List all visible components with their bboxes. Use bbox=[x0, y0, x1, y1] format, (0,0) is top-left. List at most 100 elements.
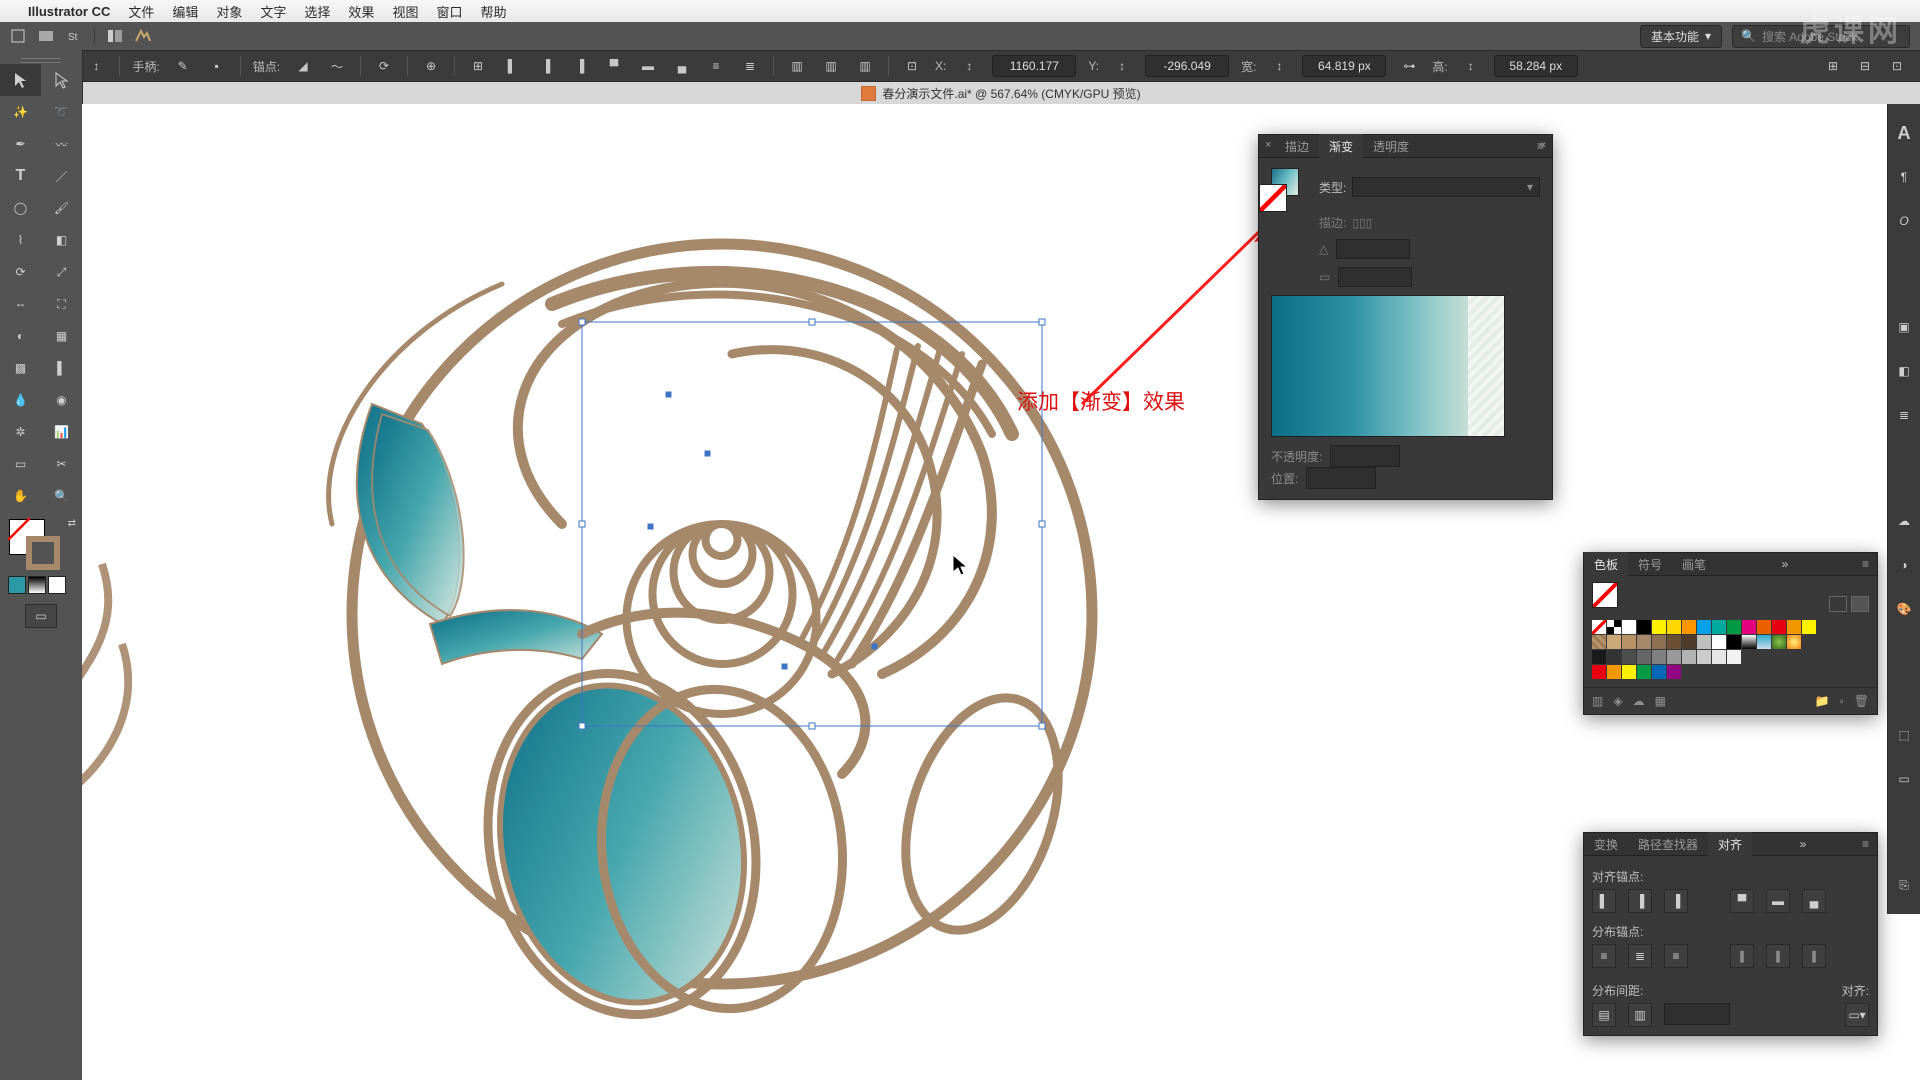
type-tool[interactable]: T bbox=[0, 160, 41, 192]
align-vcenter-icon[interactable]: ▬ bbox=[1766, 889, 1790, 913]
align-r-icon[interactable]: ▐ bbox=[569, 55, 591, 77]
dist-space-v-icon[interactable]: ▤ bbox=[1592, 1003, 1616, 1027]
dist-spacing-input[interactable] bbox=[1664, 1003, 1730, 1025]
mac-menubar[interactable]: Illustrator CC 文件 编辑 对象 文字 选择 效果 视图 窗口 帮… bbox=[0, 0, 1920, 22]
w-link-icon[interactable]: ↕ bbox=[1268, 55, 1290, 77]
menu-select[interactable]: 选择 bbox=[304, 2, 330, 21]
swatch-newfolder-icon[interactable]: 📁 bbox=[1815, 694, 1830, 708]
align-m-icon[interactable]: ▬ bbox=[637, 55, 659, 77]
snap2-icon[interactable]: ▥ bbox=[820, 55, 842, 77]
align-c-icon[interactable]: ▐ bbox=[535, 55, 557, 77]
menu-file[interactable]: 文件 bbox=[128, 2, 154, 21]
swatch-options-icon[interactable]: ☁ bbox=[1633, 694, 1645, 708]
align-left-icon[interactable]: ▌ bbox=[1592, 889, 1616, 913]
menu-window[interactable]: 窗口 bbox=[436, 2, 462, 21]
bridge-icon[interactable] bbox=[38, 28, 54, 44]
isolate-icon[interactable]: ⊕ bbox=[420, 55, 442, 77]
align-panel[interactable]: 变换 路径查找器 对齐 » ≡ 对齐锚点: ▌ ▐ ▐ ▀ ▬ ▄ 分布锚点: … bbox=[1583, 832, 1878, 1036]
lasso-tool[interactable]: ➰ bbox=[41, 96, 82, 128]
swatches-list-view-icon[interactable] bbox=[1829, 596, 1847, 612]
x-link-icon[interactable]: ↕ bbox=[958, 55, 980, 77]
mini-swatch-teal[interactable] bbox=[8, 576, 26, 594]
swatch-kind-icon[interactable]: ◈ bbox=[1613, 694, 1622, 708]
tool-handle[interactable] bbox=[0, 56, 82, 64]
shaper-tool[interactable]: ⌇ bbox=[0, 224, 41, 256]
align-collapse-icon[interactable]: » bbox=[1794, 837, 1813, 851]
scale-tool[interactable]: ⤢ bbox=[41, 256, 82, 288]
gradient-type-dropdown[interactable]: ▾ bbox=[1352, 177, 1540, 197]
dist-left-icon[interactable]: ∥ bbox=[1730, 944, 1754, 968]
menu-edit[interactable]: 编辑 bbox=[172, 2, 198, 21]
eraser-tool[interactable]: ◧ bbox=[41, 224, 82, 256]
graph-tool[interactable]: 📊 bbox=[41, 416, 82, 448]
slice-tool[interactable]: ✂ bbox=[41, 448, 82, 480]
w-input[interactable] bbox=[1302, 55, 1386, 77]
dist-bottom-icon[interactable]: ≡ bbox=[1664, 944, 1688, 968]
blend-tool[interactable]: ◉ bbox=[41, 384, 82, 416]
width-tool[interactable]: ⇔ bbox=[0, 288, 41, 320]
wh-lock-icon[interactable]: ⊶ bbox=[1398, 55, 1420, 77]
rbar-opentype-icon[interactable]: O bbox=[1893, 210, 1915, 232]
swatches-panel[interactable]: 色板 符号 画笔 » ≡ bbox=[1583, 552, 1878, 715]
dist-v-icon[interactable]: ≣ bbox=[739, 55, 761, 77]
fill-stroke-block[interactable]: ⇄ bbox=[0, 516, 82, 572]
swatches-current-fill[interactable] bbox=[1592, 582, 1618, 608]
y-input[interactable] bbox=[1145, 55, 1229, 77]
swatch-libraries-icon[interactable]: ▥ bbox=[1592, 694, 1603, 708]
gradient-angle-dropdown[interactable] bbox=[1336, 239, 1410, 259]
panel-close-icon[interactable]: × bbox=[1265, 139, 1271, 151]
rbar-graphic-styles-icon[interactable]: ◧ bbox=[1893, 360, 1915, 382]
panel-collapse-icon[interactable]: « bbox=[1540, 139, 1546, 151]
tab-symbols[interactable]: 符号 bbox=[1628, 552, 1672, 577]
convert-icon[interactable]: ⟳ bbox=[373, 55, 395, 77]
flip-v-icon[interactable]: ↕ bbox=[85, 55, 107, 77]
selection-tool[interactable] bbox=[0, 64, 41, 96]
tab-stroke[interactable]: 描边 bbox=[1275, 134, 1319, 159]
anchor-corner-icon[interactable]: ◢ bbox=[292, 55, 314, 77]
handle-hide-icon[interactable]: ▪ bbox=[206, 55, 228, 77]
h-input[interactable] bbox=[1494, 55, 1578, 77]
h-link-icon[interactable]: ↕ bbox=[1460, 55, 1482, 77]
perspective-tool[interactable]: ▦ bbox=[41, 320, 82, 352]
snap-icon[interactable]: ▥ bbox=[786, 55, 808, 77]
align-top-icon[interactable]: ▀ bbox=[1730, 889, 1754, 913]
gradient-position-input[interactable] bbox=[1306, 467, 1376, 489]
rbar-asset-export-icon[interactable]: ⬚ bbox=[1893, 724, 1915, 746]
rbar-layers-icon[interactable]: ≣ bbox=[1893, 404, 1915, 426]
gradient-ramp[interactable] bbox=[1271, 295, 1505, 437]
align-l-icon[interactable]: ▌ bbox=[501, 55, 523, 77]
stroke-outside-icon[interactable]: ▯ bbox=[1366, 216, 1373, 230]
dist-top-icon[interactable]: ≡ bbox=[1592, 944, 1616, 968]
gradient-tool[interactable]: ▌ bbox=[41, 352, 82, 384]
handle-show-icon[interactable]: ✎ bbox=[172, 55, 194, 77]
direct-selection-tool[interactable] bbox=[41, 64, 82, 96]
align-hcenter-icon[interactable]: ▐ bbox=[1628, 889, 1652, 913]
mini-swatch-none[interactable] bbox=[48, 576, 66, 594]
swatch-colorgroup-icon[interactable]: ▦ bbox=[1655, 694, 1666, 708]
rbar-color-guide-icon[interactable]: 🎨 bbox=[1893, 598, 1915, 620]
ellipse-tool[interactable]: ◯ bbox=[0, 192, 41, 224]
rbar-character-icon[interactable]: A bbox=[1893, 122, 1915, 144]
line-tool[interactable]: ／ bbox=[41, 160, 82, 192]
menu-effect[interactable]: 效果 bbox=[348, 2, 374, 21]
zoom-tool[interactable]: 🔍 bbox=[41, 480, 82, 512]
dist-h-icon[interactable]: ≡ bbox=[705, 55, 727, 77]
tab-align[interactable]: 对齐 bbox=[1708, 832, 1752, 857]
snap3-icon[interactable]: ▥ bbox=[854, 55, 876, 77]
rbar-artboards-icon[interactable]: ▭ bbox=[1893, 768, 1915, 790]
rbar-color-icon[interactable]: ◑ bbox=[1893, 554, 1915, 576]
arrange-docs-icon[interactable] bbox=[107, 28, 123, 44]
dist-vcenter-icon[interactable]: ≣ bbox=[1628, 944, 1652, 968]
align-menu-icon[interactable]: ≡ bbox=[1854, 837, 1877, 851]
x-input[interactable] bbox=[992, 55, 1076, 77]
rotate-tool[interactable]: ⟳ bbox=[0, 256, 41, 288]
dist-right-icon[interactable]: ∥ bbox=[1802, 944, 1826, 968]
draw-mode-icon[interactable]: ▭ bbox=[25, 604, 57, 628]
tab-swatches[interactable]: 色板 bbox=[1584, 552, 1628, 577]
free-transform-tool[interactable]: ⛶ bbox=[41, 288, 82, 320]
tab-brushes[interactable]: 画笔 bbox=[1672, 552, 1716, 577]
gradient-opacity-input[interactable] bbox=[1330, 445, 1400, 467]
gradient-panel[interactable]: × « 描边 渐变 透明度 ≡ 类型: ▾ 描边: ▯ ▯ ▯ △ ▭ bbox=[1258, 134, 1553, 500]
swatches-grid[interactable] bbox=[1584, 612, 1877, 687]
stroke-swatch[interactable] bbox=[26, 536, 60, 570]
